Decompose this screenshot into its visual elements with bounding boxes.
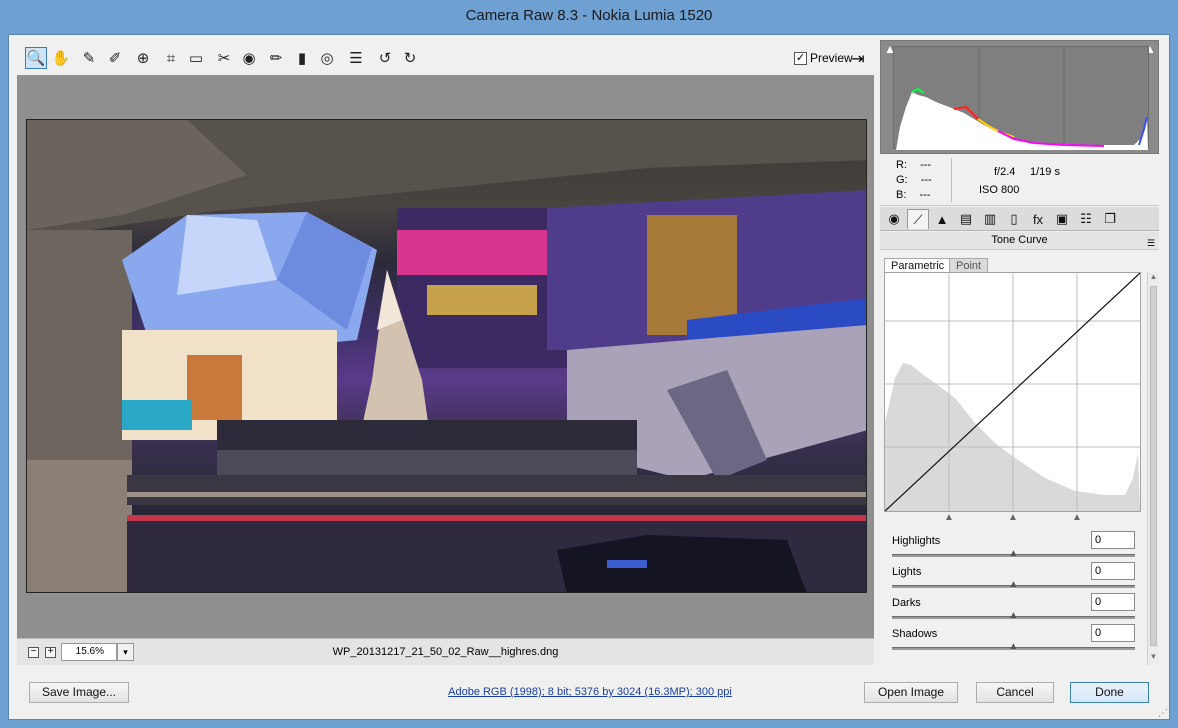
slider-value-field[interactable]: 0 <box>1091 531 1135 549</box>
slider-lights: Lights 0 ▲ <box>892 562 1135 596</box>
detail-tab-icon[interactable]: ▲ <box>931 209 953 229</box>
slider-label: Shadows <box>892 628 938 640</box>
adjustment-brush-icon[interactable]: ✏ <box>265 47 287 69</box>
presets-tab-icon[interactable]: ☷ <box>1075 209 1097 229</box>
slider-thumb[interactable]: ▲ <box>1009 642 1020 652</box>
done-button[interactable]: Done <box>1070 682 1149 703</box>
slider-thumb[interactable]: ▲ <box>1009 549 1020 559</box>
zoom-tool-icon[interactable]: 🔍 <box>25 47 47 69</box>
hsl-tab-icon[interactable]: ▤ <box>955 209 977 229</box>
g-value: --- <box>920 174 932 186</box>
b-label: B: <box>896 189 907 201</box>
workflow-options-link[interactable]: Adobe RGB (1998); 8 bit; 5376 by 3024 (1… <box>360 686 820 698</box>
open-image-button[interactable]: Open Image <box>864 682 958 703</box>
tone-curve-header: Tone Curve ☰ <box>880 232 1159 250</box>
preview-checkbox[interactable]: ✓ <box>794 51 807 65</box>
rotate-right-icon[interactable]: ↻ <box>399 47 421 69</box>
slider-label: Lights <box>892 566 922 578</box>
aperture-value: f/2.4 <box>994 166 1016 178</box>
b-value: --- <box>919 189 931 201</box>
targeted-adjustment-tool-icon[interactable]: ⊕ <box>132 47 154 69</box>
slider-label: Highlights <box>892 535 941 547</box>
spot-removal-tool-icon[interactable]: ✂ <box>213 47 235 69</box>
curve-split-handle-midtones[interactable]: ▲ <box>1008 513 1019 523</box>
snapshots-tab-icon[interactable]: ❐ <box>1099 209 1121 229</box>
cancel-button[interactable]: Cancel <box>976 682 1054 703</box>
toggle-fullscreen-icon[interactable]: ⇥ <box>847 48 869 70</box>
scroll-up-icon[interactable]: ▲ <box>1148 272 1159 284</box>
rgb-exif-readout: R: --- G: --- B: --- f/2.4 1/19 s ISO 80… <box>880 154 1159 206</box>
slider-value-field[interactable]: 0 <box>1091 562 1135 580</box>
photo-preview-art <box>27 120 866 592</box>
rotate-left-icon[interactable]: ↺ <box>374 47 396 69</box>
histogram-panel: ▲ ▲ <box>880 40 1159 154</box>
preview-toggle[interactable]: ✓ Preview <box>794 51 853 65</box>
window-title: Camera Raw 8.3 - Nokia Lumia 1520 <box>465 7 713 24</box>
slider-shadows: Shadows 0 ▲ <box>892 624 1135 658</box>
shutter-value: 1/19 s <box>1030 166 1060 178</box>
red-eye-removal-icon[interactable]: ◉ <box>238 47 260 69</box>
histogram-plot <box>893 46 1149 150</box>
r-label: R: <box>896 159 907 171</box>
slider-thumb[interactable]: ▲ <box>1009 611 1020 621</box>
slider-value-field[interactable]: 0 <box>1091 593 1135 611</box>
effects-tab-icon[interactable]: fx <box>1027 209 1049 229</box>
crop-tool-icon[interactable]: ⌗ <box>160 47 182 69</box>
photo-preview <box>26 119 867 593</box>
g-label: G: <box>896 174 908 186</box>
tool-bar: 🔍 ✋ ✎ ✐ ⊕ ⌗ ▭ ✂ ◉ ✏ ▮ ◎ ☰ ↺ ↻ ✓ Preview ⇥ <box>17 43 874 75</box>
lens-corrections-tab-icon[interactable]: ▯ <box>1003 209 1025 229</box>
resize-grip-icon[interactable]: ⋰ <box>1158 708 1168 719</box>
camera-calibration-tab-icon[interactable]: ▣ <box>1051 209 1073 229</box>
color-sampler-tool-icon[interactable]: ✐ <box>104 47 126 69</box>
adjustment-panel-tabs: ◉ ⟋ ▲ ▤ ▥ ▯ fx ▣ ☷ ❐ <box>880 207 1159 231</box>
basic-tab-icon[interactable]: ◉ <box>883 209 905 229</box>
panel-title: Tone Curve <box>991 234 1048 246</box>
curve-split-handle-highlights[interactable]: ▲ <box>1072 513 1083 523</box>
histogram-graph <box>896 47 1148 150</box>
slider-thumb[interactable]: ▲ <box>1009 580 1020 590</box>
tone-curve-tab-icon[interactable]: ⟋ <box>907 209 929 229</box>
save-image-button[interactable]: Save Image... <box>29 682 129 703</box>
tab-point[interactable]: Point <box>949 258 989 273</box>
hand-tool-icon[interactable]: ✋ <box>50 47 72 69</box>
canvas-status-bar: − + 15.6% ▾ WP_20131217_21_50_02_Raw__hi… <box>17 638 874 665</box>
white-balance-tool-icon[interactable]: ✎ <box>78 47 100 69</box>
scroll-down-icon[interactable]: ▼ <box>1148 652 1159 664</box>
tone-curve-graph-art <box>884 272 1141 512</box>
straighten-tool-icon[interactable]: ▭ <box>185 47 207 69</box>
radial-filter-icon[interactable]: ◎ <box>316 47 338 69</box>
image-canvas[interactable] <box>17 75 874 638</box>
graduated-filter-icon[interactable]: ▮ <box>291 47 313 69</box>
file-name: WP_20131217_21_50_02_Raw__highres.dng <box>332 646 559 658</box>
tab-parametric[interactable]: Parametric <box>884 258 952 273</box>
split-toning-tab-icon[interactable]: ▥ <box>979 209 1001 229</box>
curve-split-handle-shadows[interactable]: ▲ <box>944 513 955 523</box>
slider-label: Darks <box>892 597 921 609</box>
readout-divider <box>951 158 952 202</box>
panel-menu-icon[interactable]: ☰ <box>1147 235 1155 252</box>
preferences-icon[interactable]: ☰ <box>345 47 367 69</box>
tone-curve-graph[interactable] <box>884 272 1141 512</box>
slider-value-field[interactable]: 0 <box>1091 624 1135 642</box>
r-value: --- <box>920 159 932 171</box>
panel-scrollbar[interactable]: ▲ ▼ <box>1147 272 1159 665</box>
slider-darks: Darks 0 ▲ <box>892 593 1135 627</box>
slider-highlights: Highlights 0 ▲ <box>892 531 1135 565</box>
scroll-thumb[interactable] <box>1150 286 1157 646</box>
window-title-bar: Camera Raw 8.3 - Nokia Lumia 1520 <box>0 0 1178 34</box>
iso-value: ISO 800 <box>979 184 1020 196</box>
